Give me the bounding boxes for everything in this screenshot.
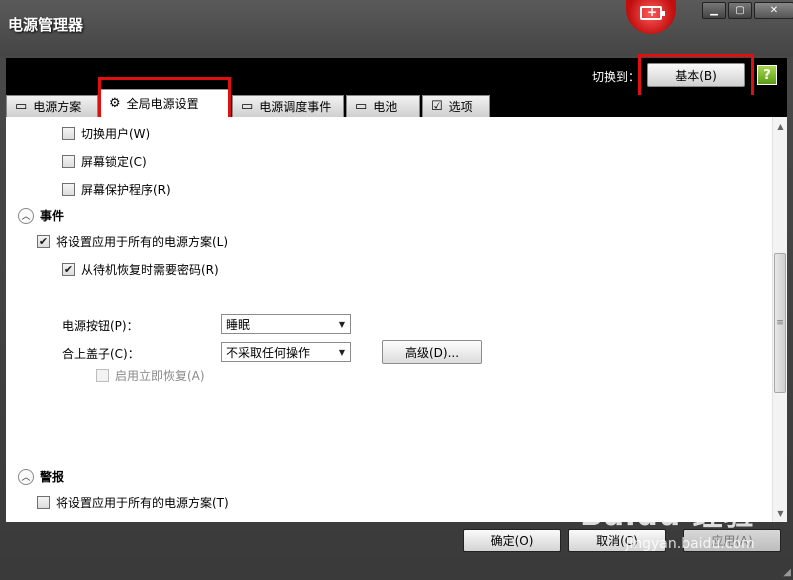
maximize-icon: ▢ bbox=[735, 5, 745, 16]
switch-user-label: 切换用户(W) bbox=[81, 127, 151, 141]
close-icon: ✕ bbox=[769, 5, 779, 16]
resize-grip-icon[interactable]: ◢ bbox=[783, 567, 791, 578]
lid-value: 不采取任何操作 bbox=[226, 345, 311, 360]
events-apply-all-label: 将设置应用于所有的电源方案(L) bbox=[56, 235, 229, 249]
require-password-option[interactable]: ✔ 从待机恢复时需要密码(R) bbox=[62, 261, 219, 278]
instant-resume-label: 启用立即恢复(A) bbox=[115, 369, 205, 383]
advanced-button[interactable]: 高级(D)... bbox=[382, 340, 482, 364]
tab-options[interactable]: ☑ 选项 bbox=[422, 95, 490, 117]
screensaver-checkbox[interactable] bbox=[62, 183, 75, 196]
alarms-apply-all-label: 将设置应用于所有的电源方案(T) bbox=[56, 496, 229, 510]
events-apply-all-checkbox[interactable]: ✔ bbox=[37, 235, 50, 248]
dropdown-arrow-icon: ▼ bbox=[338, 348, 345, 357]
events-section-title: 事件 bbox=[40, 209, 65, 223]
close-button[interactable]: ✕ bbox=[754, 2, 793, 19]
screen-lock-checkbox[interactable] bbox=[62, 155, 75, 168]
ok-button[interactable]: 确定(O) bbox=[463, 529, 561, 552]
lid-label: 合上盖子(C)： bbox=[62, 347, 140, 361]
switch-to-label: 切换到： bbox=[592, 70, 641, 84]
alarms-apply-all-option[interactable]: 将设置应用于所有的电源方案(T) bbox=[37, 494, 229, 511]
window-title: 电源管理器 bbox=[8, 16, 84, 34]
alarms-section-title: 警报 bbox=[40, 470, 65, 484]
events-section-header[interactable]: ︿ 事件 bbox=[18, 207, 64, 224]
settings-panel: 切换用户(W) 屏幕锁定(C) 屏幕保护程序(R) ︿ 事件 ✔ 将设置应用于所… bbox=[6, 117, 787, 522]
scroll-down-icon[interactable]: ▼ bbox=[773, 506, 787, 520]
vertical-scrollbar[interactable]: ▲ ≡ ▼ bbox=[772, 117, 787, 522]
tab-power-schedule-events[interactable]: ▭ 电源调度事件 bbox=[232, 95, 344, 117]
require-password-label: 从待机恢复时需要密码(R) bbox=[81, 263, 219, 277]
tab-label: 电源调度事件 bbox=[259, 100, 332, 114]
battery-logo-icon: + bbox=[626, 0, 676, 34]
alarms-apply-all-checkbox[interactable] bbox=[37, 496, 50, 509]
power-manager-window: 电源管理器 + ▁ ▢ ✕ 切换到： 基本(B) ? ▭ 电源方案 ⚙ 全局电源… bbox=[0, 0, 793, 580]
screensaver-label: 屏幕保护程序(R) bbox=[81, 183, 171, 197]
title-bar[interactable]: 电源管理器 + ▁ ▢ ✕ bbox=[0, 0, 793, 56]
scrollbar-thumb[interactable]: ≡ bbox=[774, 253, 786, 393]
events-apply-all-option[interactable]: ✔ 将设置应用于所有的电源方案(L) bbox=[37, 233, 228, 250]
help-icon[interactable]: ? bbox=[757, 65, 777, 85]
checkbox-icon: ☑ bbox=[431, 99, 443, 114]
cancel-button[interactable]: 取消(C) bbox=[568, 529, 666, 552]
tab-battery[interactable]: ▭ 电池 bbox=[346, 95, 420, 117]
alarms-section-header[interactable]: ︿ 警报 bbox=[18, 468, 64, 485]
tab-power-plans[interactable]: ▭ 电源方案 bbox=[6, 95, 98, 117]
instant-resume-checkbox bbox=[96, 369, 109, 382]
instant-resume-option: 启用立即恢复(A) bbox=[96, 367, 205, 384]
apply-button[interactable]: 应用(A) bbox=[683, 529, 781, 552]
lid-select[interactable]: 不采取任何操作 ▼ bbox=[221, 342, 351, 362]
minimize-button[interactable]: ▁ bbox=[702, 2, 726, 19]
require-password-checkbox[interactable]: ✔ bbox=[62, 263, 75, 276]
power-button-label: 电源按钮(P)： bbox=[62, 319, 139, 333]
battery-icon: ▭ bbox=[355, 99, 368, 114]
tab-label: 电池 bbox=[373, 100, 398, 114]
switch-user-checkbox[interactable] bbox=[62, 127, 75, 140]
scroll-up-icon[interactable]: ▲ bbox=[773, 119, 787, 133]
battery-outline-icon: ▭ bbox=[15, 99, 28, 114]
battery-clock-icon: ▭ bbox=[241, 99, 254, 114]
screensaver-option[interactable]: 屏幕保护程序(R) bbox=[62, 181, 171, 198]
screen-lock-label: 屏幕锁定(C) bbox=[81, 155, 147, 169]
power-button-value: 睡眠 bbox=[226, 317, 251, 332]
dropdown-arrow-icon: ▼ bbox=[338, 320, 345, 329]
collapse-icon[interactable]: ︿ bbox=[18, 207, 34, 224]
window-controls: ▁ ▢ ✕ bbox=[702, 2, 793, 19]
power-button-select[interactable]: 睡眠 ▼ bbox=[221, 314, 351, 334]
tab-label: 选项 bbox=[448, 100, 473, 114]
screen-lock-option[interactable]: 屏幕锁定(C) bbox=[62, 153, 147, 170]
maximize-button[interactable]: ▢ bbox=[728, 2, 752, 19]
collapse-icon[interactable]: ︿ bbox=[18, 468, 34, 485]
minimize-icon: ▁ bbox=[710, 5, 718, 16]
highlight-box-switch bbox=[638, 54, 754, 99]
tab-label: 电源方案 bbox=[33, 100, 82, 114]
switch-user-option[interactable]: 切换用户(W) bbox=[62, 125, 150, 142]
